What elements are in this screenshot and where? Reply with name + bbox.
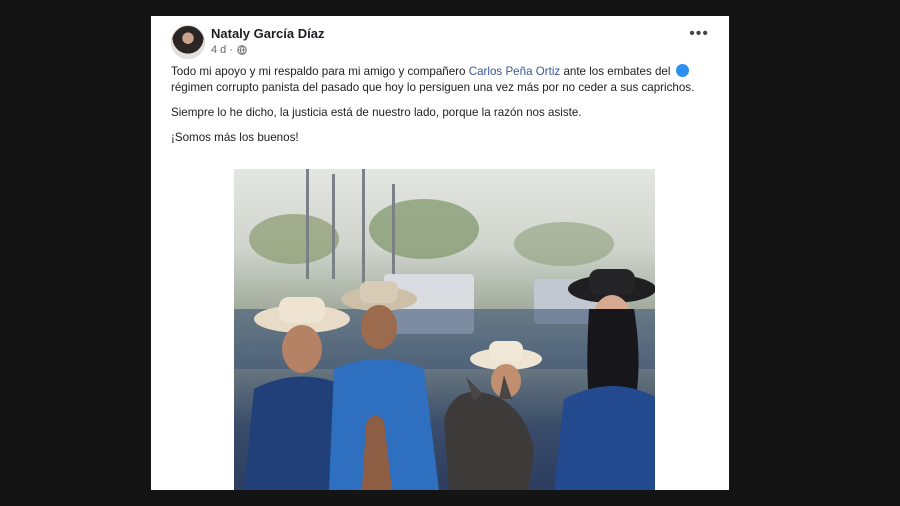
mention-link[interactable]: Carlos Peña Ortiz (469, 65, 561, 78)
post-paragraph-1: Todo mi apoyo y mi respaldo para mi amig… (171, 64, 711, 96)
post-paragraph-3: ¡Somos más los buenos! (171, 131, 299, 144)
post-meta: Nataly García Díaz 4 d · (211, 26, 324, 58)
more-options-icon[interactable]: ••• (689, 26, 709, 42)
author-avatar[interactable] (171, 25, 205, 59)
p1-text-before: Todo mi apoyo y mi respaldo para mi amig… (171, 65, 469, 78)
p1-text-after: ante los embates del (560, 65, 674, 78)
post-time: 4 d · (211, 42, 324, 58)
post-text: Todo mi apoyo y mi respaldo para mi amig… (171, 64, 711, 155)
globe-icon (237, 45, 247, 55)
post-time-label[interactable]: 4 d · (211, 42, 233, 58)
post-paragraph-2: Siempre lo he dicho, la justicia está de… (171, 106, 582, 119)
post-header: Nataly García Díaz 4 d · (171, 22, 324, 62)
author-name[interactable]: Nataly García Díaz (211, 26, 324, 42)
post-card: Nataly García Díaz 4 d · ••• Todo mi apo… (151, 16, 729, 490)
post-photo-area (151, 166, 729, 490)
post-photo[interactable] (234, 169, 655, 490)
blue-circle-emoji-icon (675, 64, 689, 77)
p1-text-rest: régimen corrupto panista del pasado que … (171, 81, 695, 94)
photo-illustration (234, 169, 655, 490)
